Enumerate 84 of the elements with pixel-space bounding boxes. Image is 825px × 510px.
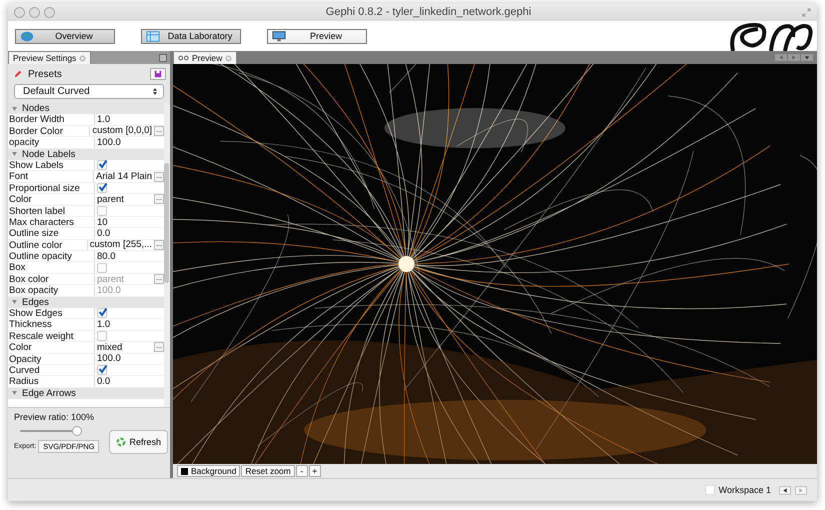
fullscreen-icon[interactable] <box>802 8 811 16</box>
presets-label: Presets <box>28 68 63 80</box>
scroll-right-button[interactable] <box>788 54 800 61</box>
section-header[interactable]: Edges <box>22 296 49 308</box>
close-icon[interactable] <box>79 54 86 62</box>
window-title: Gephi 0.8.2 - tyler_linkedin_network.gephi <box>324 6 532 18</box>
property-value[interactable]: parent <box>97 194 152 205</box>
previous-workspace-button[interactable] <box>779 486 791 494</box>
checkbox[interactable] <box>97 160 107 170</box>
property-value[interactable]: 100.0 <box>97 136 164 148</box>
mode-button[interactable]: Overview <box>15 28 115 44</box>
property-value[interactable]: Arial 14 Plain <box>96 171 152 182</box>
property-label: Outline opacity <box>8 251 95 262</box>
collapse-icon[interactable] <box>12 152 17 156</box>
preview-tab[interactable]: Preview <box>173 51 238 64</box>
property-value[interactable]: 10 <box>97 216 164 228</box>
property-value[interactable]: 1.0 <box>97 114 164 126</box>
property-value[interactable]: 0.0 <box>97 376 164 388</box>
property-label: Box opacity <box>8 285 95 296</box>
zoom-button[interactable] <box>44 6 55 18</box>
collapse-icon[interactable] <box>12 300 17 304</box>
save-button[interactable] <box>150 68 166 80</box>
property-label: Thickness <box>8 319 95 330</box>
zoom-in-button[interactable]: + <box>308 465 321 477</box>
tab-list-button[interactable] <box>801 54 813 61</box>
glasses-icon <box>178 55 189 61</box>
workspace-label: Workspace 1 <box>718 485 771 495</box>
property-label: Rescale weight <box>8 330 95 342</box>
ratio-slider[interactable] <box>20 426 82 436</box>
property-label: opacity <box>8 137 95 148</box>
table-icon <box>146 30 160 42</box>
property-label: Outline color <box>8 240 88 250</box>
scroll-left-button[interactable] <box>775 54 787 61</box>
restore-icon[interactable] <box>159 54 167 62</box>
property-label: Box color <box>8 274 95 284</box>
property-label: Color <box>8 342 95 353</box>
property-label: Curved <box>8 364 95 376</box>
checkbox[interactable] <box>97 182 107 193</box>
property-value[interactable]: mixed <box>97 342 152 353</box>
section-header[interactable]: Nodes <box>22 103 50 114</box>
save-icon <box>154 70 162 78</box>
property-value[interactable]: 1.0 <box>97 319 164 330</box>
zoom-out-button[interactable]: - <box>296 465 308 477</box>
background-button[interactable]: Background <box>177 465 240 477</box>
scrollbar[interactable] <box>164 103 170 407</box>
reset-zoom-button[interactable]: Reset zoom <box>241 465 295 477</box>
property-label: Box <box>8 262 95 273</box>
property-label: Border Width <box>8 114 95 125</box>
panel-tab[interactable]: Preview Settings <box>8 51 92 64</box>
monitor-icon <box>272 30 286 42</box>
close-button[interactable] <box>14 6 25 18</box>
property-label: Outline size <box>8 228 95 239</box>
preset-dropdown[interactable]: Default Curved <box>14 84 164 99</box>
property-label: Font <box>8 171 94 182</box>
property-label: Max characters <box>8 216 95 228</box>
checkbox[interactable] <box>97 308 107 318</box>
globe-icon <box>20 30 34 42</box>
property-label: Opacity <box>8 354 95 364</box>
property-value[interactable]: 80.0 <box>97 250 164 262</box>
property-label: Show Labels <box>8 160 95 170</box>
pencil-icon <box>14 70 22 78</box>
property-label: Border Color <box>8 126 90 136</box>
collapse-icon[interactable] <box>12 106 17 111</box>
collapse-icon[interactable] <box>12 391 17 396</box>
minimize-button[interactable] <box>29 6 40 18</box>
checkbox[interactable] <box>97 365 107 376</box>
preview-ratio-label: Preview ratio: 100% <box>14 412 96 422</box>
property-label: Proportional size <box>8 182 95 194</box>
next-workspace-button[interactable] <box>795 486 807 494</box>
mode-button[interactable]: Preview <box>267 28 367 44</box>
property-label: Shorten label <box>8 206 95 216</box>
mode-button[interactable]: Data Laboratory <box>141 28 241 44</box>
refresh-button[interactable]: Refresh <box>109 430 168 454</box>
close-icon[interactable] <box>225 54 232 62</box>
property-label: Show Edges <box>8 308 95 318</box>
property-value[interactable]: 100.0 <box>97 353 164 364</box>
property-label: Radius <box>8 376 95 387</box>
property-value[interactable]: 0.0 <box>97 228 164 239</box>
dropdown-arrows-icon <box>153 88 157 95</box>
workspace-icon <box>704 485 715 495</box>
refresh-icon <box>116 437 126 447</box>
property-value[interactable]: custom [255,... <box>90 239 152 250</box>
property-label: Color <box>8 194 95 205</box>
property-value[interactable]: custom [0,0,0] <box>92 125 152 136</box>
